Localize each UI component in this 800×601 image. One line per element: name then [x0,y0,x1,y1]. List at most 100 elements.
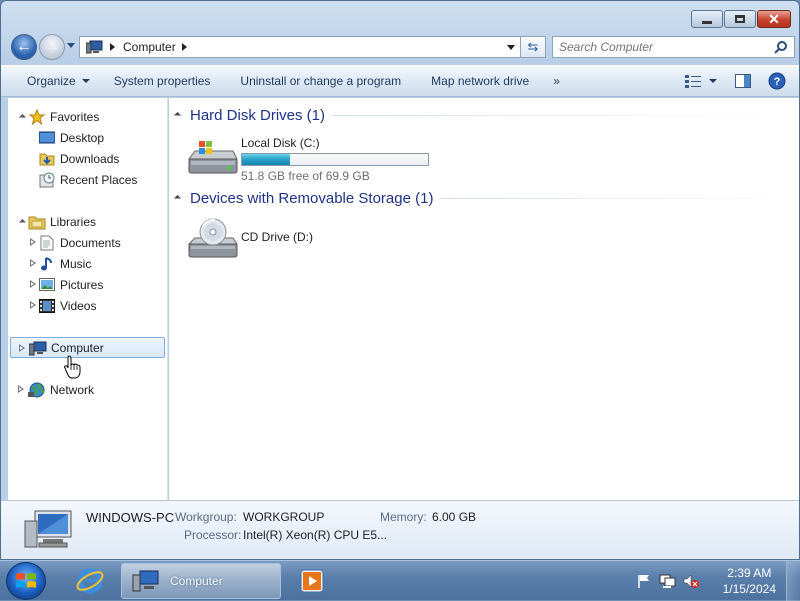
breadcrumb-root-arrow-icon[interactable] [110,43,115,51]
sidebar-item-label: Music [60,256,92,271]
collapsed-arrow-icon[interactable] [18,385,24,393]
chevron-down-icon [81,79,90,83]
uninstall-program-button[interactable]: Uninstall or change a program [228,69,413,93]
show-desktop-button[interactable] [786,561,800,601]
taskbar: Computer 2:39 AM 1/15/2024 [0,560,800,601]
action-center-flag-icon[interactable] [636,573,652,589]
processor-label: Processor: [184,528,242,542]
expand-arrow-icon[interactable] [18,113,26,121]
search-icon[interactable] [774,40,788,54]
group-header-removable-storage[interactable]: Devices with Removable Storage (1) [173,190,791,207]
internet-explorer-icon [76,568,104,594]
navigation-pane: Favorites Desktop Downloads Recent Place… [8,98,168,500]
sidebar-item-favorites[interactable]: Favorites [8,106,167,127]
search-box[interactable] [552,36,795,58]
svg-text:?: ? [774,76,781,88]
downloads-folder-icon [38,150,56,168]
drive-name: Local Disk (C:) [241,136,320,150]
computer-icon [24,510,72,548]
sidebar-item-downloads[interactable]: Downloads [8,148,167,169]
group-header-hard-disk-drives[interactable]: Hard Disk Drives (1) [173,107,791,124]
clock[interactable]: 2:39 AM 1/15/2024 [723,565,776,597]
collapsed-arrow-icon[interactable] [30,301,36,309]
group-divider [333,115,791,116]
sidebar-item-pictures[interactable]: Pictures [8,274,167,295]
collapse-arrow-icon[interactable] [173,194,182,203]
sidebar-item-label: Favorites [50,109,100,124]
music-icon [38,255,56,273]
sidebar-item-videos[interactable]: Videos [8,295,167,316]
maximize-button[interactable] [724,10,756,28]
caption-buttons: ✕ [691,10,791,28]
preview-pane-button[interactable] [729,70,757,92]
drive-usage-bar [241,153,429,166]
collapsed-arrow-icon[interactable] [30,238,36,246]
drive-info: Local Disk (C:) 51.8 GB free of 69.9 GB [241,133,429,183]
memory-value: 6.00 GB [432,510,477,524]
sidebar-item-music[interactable]: Music [8,253,167,274]
network-status-icon[interactable] [659,573,677,589]
network-icon [28,381,46,399]
more-commands-button[interactable]: » [541,69,572,93]
sidebar-item-label: Pictures [60,277,104,292]
workgroup-label: Workgroup: [175,510,237,524]
organize-button[interactable]: Organize [15,69,102,93]
collapse-arrow-icon[interactable] [173,111,182,120]
drive-info: CD Drive (D:) [241,216,313,264]
system-properties-button[interactable]: System properties [102,69,223,93]
sidebar-item-label: Downloads [60,151,120,166]
notification-area: 2:39 AM 1/15/2024 [632,561,800,601]
sidebar-item-label: Videos [60,298,97,313]
close-button[interactable]: ✕ [757,10,791,28]
group-title: Hard Disk Drives (1) [190,107,326,124]
forward-button[interactable]: → [39,34,65,60]
search-input[interactable] [559,40,769,54]
breadcrumb-arrow-icon[interactable] [181,43,187,51]
taskbar-window-label: Computer [170,574,223,588]
start-button[interactable] [6,562,46,600]
sidebar-item-desktop[interactable]: Desktop [8,127,167,148]
sidebar-item-recent-places[interactable]: Recent Places [8,169,167,190]
maximize-icon [735,15,745,23]
collapsed-arrow-icon[interactable] [30,280,36,288]
address-dropdown-icon[interactable] [507,45,515,50]
taskbar-media-player[interactable] [292,563,332,599]
star-icon [28,108,46,126]
collapsed-arrow-icon[interactable] [30,259,36,267]
documents-icon [38,234,56,252]
drive-item-local-disk[interactable]: Local Disk (C:) 51.8 GB free of 69.9 GB [185,133,429,183]
preview-pane-icon [735,74,751,88]
view-icon [685,75,701,88]
computer-icon [132,570,159,592]
computer-icon [29,339,47,357]
memory-label: Memory: [380,510,427,524]
taskbar-internet-explorer[interactable] [66,563,114,599]
recent-pages-dropdown[interactable] [67,43,75,48]
libraries-icon [28,213,46,231]
sidebar-item-computer[interactable]: Computer [10,337,165,358]
collapsed-arrow-icon[interactable] [19,344,25,352]
volume-muted-icon[interactable] [682,573,700,589]
explorer-window: ✕ ← → Computer ⇆ Organize System p [0,0,800,560]
sidebar-item-label: Desktop [60,130,105,145]
map-network-drive-button[interactable]: Map network drive [419,69,541,93]
sidebar-item-libraries[interactable]: Libraries [8,211,167,232]
minimize-button[interactable] [691,10,723,28]
recent-places-icon [38,171,56,189]
refresh-icon: ⇆ [527,39,539,54]
address-bar[interactable]: Computer [79,36,522,58]
sidebar-item-label: Documents [60,235,121,250]
change-view-button[interactable] [679,70,723,92]
sidebar-item-documents[interactable]: Documents [8,232,167,253]
computer-icon [86,40,103,54]
taskbar-computer-window[interactable]: Computer [121,563,281,599]
expand-arrow-icon[interactable] [18,218,26,226]
videos-icon [38,297,56,315]
sidebar-item-label: Recent Places [60,172,138,187]
drive-item-cd-drive[interactable]: CD Drive (D:) [185,216,313,264]
back-button[interactable]: ← [11,34,37,60]
refresh-button[interactable]: ⇆ [520,36,546,58]
breadcrumb-computer[interactable]: Computer [123,40,176,54]
help-button[interactable]: ? [763,70,791,92]
sidebar-item-network[interactable]: Network [8,379,167,400]
